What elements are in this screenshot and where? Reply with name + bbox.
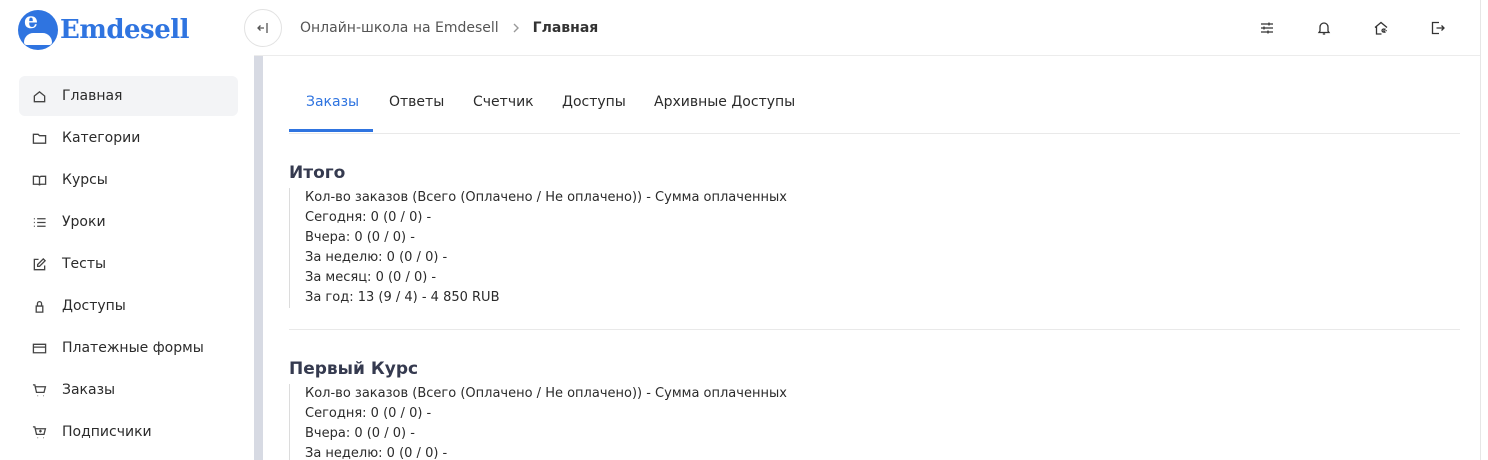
sidebar-item-orders[interactable]: Заказы (19, 370, 238, 410)
sidebar-item-tests[interactable]: Тесты (19, 244, 238, 284)
edit-icon (31, 256, 47, 272)
sidebar-menu: Главная Категории Курсы Уроки Тесты Дост… (19, 76, 238, 454)
sidebar-item-home[interactable]: Главная (19, 76, 238, 116)
stat-line: Вчера: 0 (0 / 0) - (305, 230, 415, 245)
sidebar-item-label: Заказы (62, 382, 116, 398)
sidebar-item-label: Доступы (62, 298, 126, 314)
sidebar-item-lessons[interactable]: Уроки (19, 202, 238, 242)
credit-card-icon (31, 340, 47, 356)
sidebar: e Emdesell Главная Категории Курсы Уроки… (0, 0, 254, 460)
stat-line: Кол-во заказов (Всего (Оплачено / Не опл… (305, 190, 787, 205)
collapse-arrow-icon (257, 23, 268, 33)
folder-icon (31, 130, 47, 146)
sidebar-item-label: Уроки (62, 214, 106, 230)
lock-icon (31, 298, 47, 314)
home-icon (31, 88, 47, 104)
book-icon (31, 172, 47, 188)
section-divider (289, 329, 1460, 330)
tab-archived-accesses[interactable]: Архивные Доступы (654, 94, 795, 110)
tab-counter[interactable]: Счетчик (473, 94, 534, 110)
sidebar-scrollbar[interactable] (254, 56, 263, 460)
stat-line: Вчера: 0 (0 / 0) - (305, 426, 415, 441)
breadcrumb-current: Главная (532, 20, 599, 36)
stat-line: За год: 13 (9 / 4) - 4 850 RUB (305, 290, 500, 305)
stats-section-total: Итого Кол-во заказов (Всего (Оплачено / … (289, 163, 1460, 330)
sidebar-item-courses[interactable]: Курсы (19, 160, 238, 200)
sidebar-item-label: Курсы (62, 172, 108, 188)
sidebar-item-label: Подписчики (62, 424, 152, 440)
stat-line: За месяц: 0 (0 / 0) - (305, 270, 437, 285)
stat-line: Сегодня: 0 (0 / 0) - (305, 210, 432, 225)
sidebar-item-payment-forms[interactable]: Платежные формы (19, 328, 238, 368)
sliders-icon[interactable] (1258, 19, 1276, 37)
chevron-right-icon (511, 23, 521, 33)
sidebar-item-categories[interactable]: Категории (19, 118, 238, 158)
tab-answers[interactable]: Ответы (389, 94, 444, 110)
stats-list: Кол-во заказов (Всего (Оплачено / Не опл… (289, 188, 1460, 308)
section-title: Первый Курс (289, 359, 419, 379)
sidebar-item-label: Категории (62, 130, 141, 146)
tab-accesses[interactable]: Доступы (562, 94, 626, 110)
cart-icon (31, 382, 47, 398)
sidebar-item-label: Главная (62, 88, 123, 104)
stats-list: Кол-во заказов (Всего (Оплачено / Не опл… (289, 384, 1460, 460)
stat-line: За неделю: 0 (0 / 0) - (305, 446, 448, 460)
stats-section-course: Первый Курс Кол-во заказов (Всего (Оплач… (289, 359, 1460, 460)
tabs-bar: Заказы Ответы Счетчик Доступы Архивные Д… (289, 56, 1460, 134)
sidebar-item-subscribers[interactable]: Подписчики (19, 412, 238, 452)
breadcrumb-link[interactable]: Онлайн-школа на Emdesell (300, 20, 499, 36)
section-title: Итого (289, 163, 346, 183)
cart-plus-icon (31, 424, 47, 440)
main-content: Заказы Ответы Счетчик Доступы Архивные Д… (289, 56, 1460, 460)
active-tab-indicator (289, 129, 373, 132)
bell-icon[interactable] (1315, 19, 1333, 37)
breadcrumb: Онлайн-школа на Emdesell Главная (300, 0, 598, 56)
home-settings-icon[interactable] (1372, 19, 1390, 37)
brand-name: Emdesell (60, 15, 189, 45)
sidebar-item-accesses[interactable]: Доступы (19, 286, 238, 326)
stat-line: За неделю: 0 (0 / 0) - (305, 250, 448, 265)
stat-line: Сегодня: 0 (0 / 0) - (305, 406, 432, 421)
top-header: Онлайн-школа на Emdesell Главная (244, 0, 1480, 56)
brand-logo[interactable]: e Emdesell (18, 10, 189, 50)
tab-orders[interactable]: Заказы (306, 94, 359, 110)
sidebar-item-label: Платежные формы (62, 340, 204, 356)
collapse-sidebar-button[interactable] (244, 9, 282, 47)
list-icon (31, 214, 47, 230)
stat-line: Кол-во заказов (Всего (Оплачено / Не опл… (305, 386, 787, 401)
sidebar-item-label: Тесты (62, 256, 107, 272)
brand-badge-icon: e (18, 10, 58, 50)
page-right-border (1480, 0, 1481, 460)
logout-icon[interactable] (1429, 19, 1447, 37)
